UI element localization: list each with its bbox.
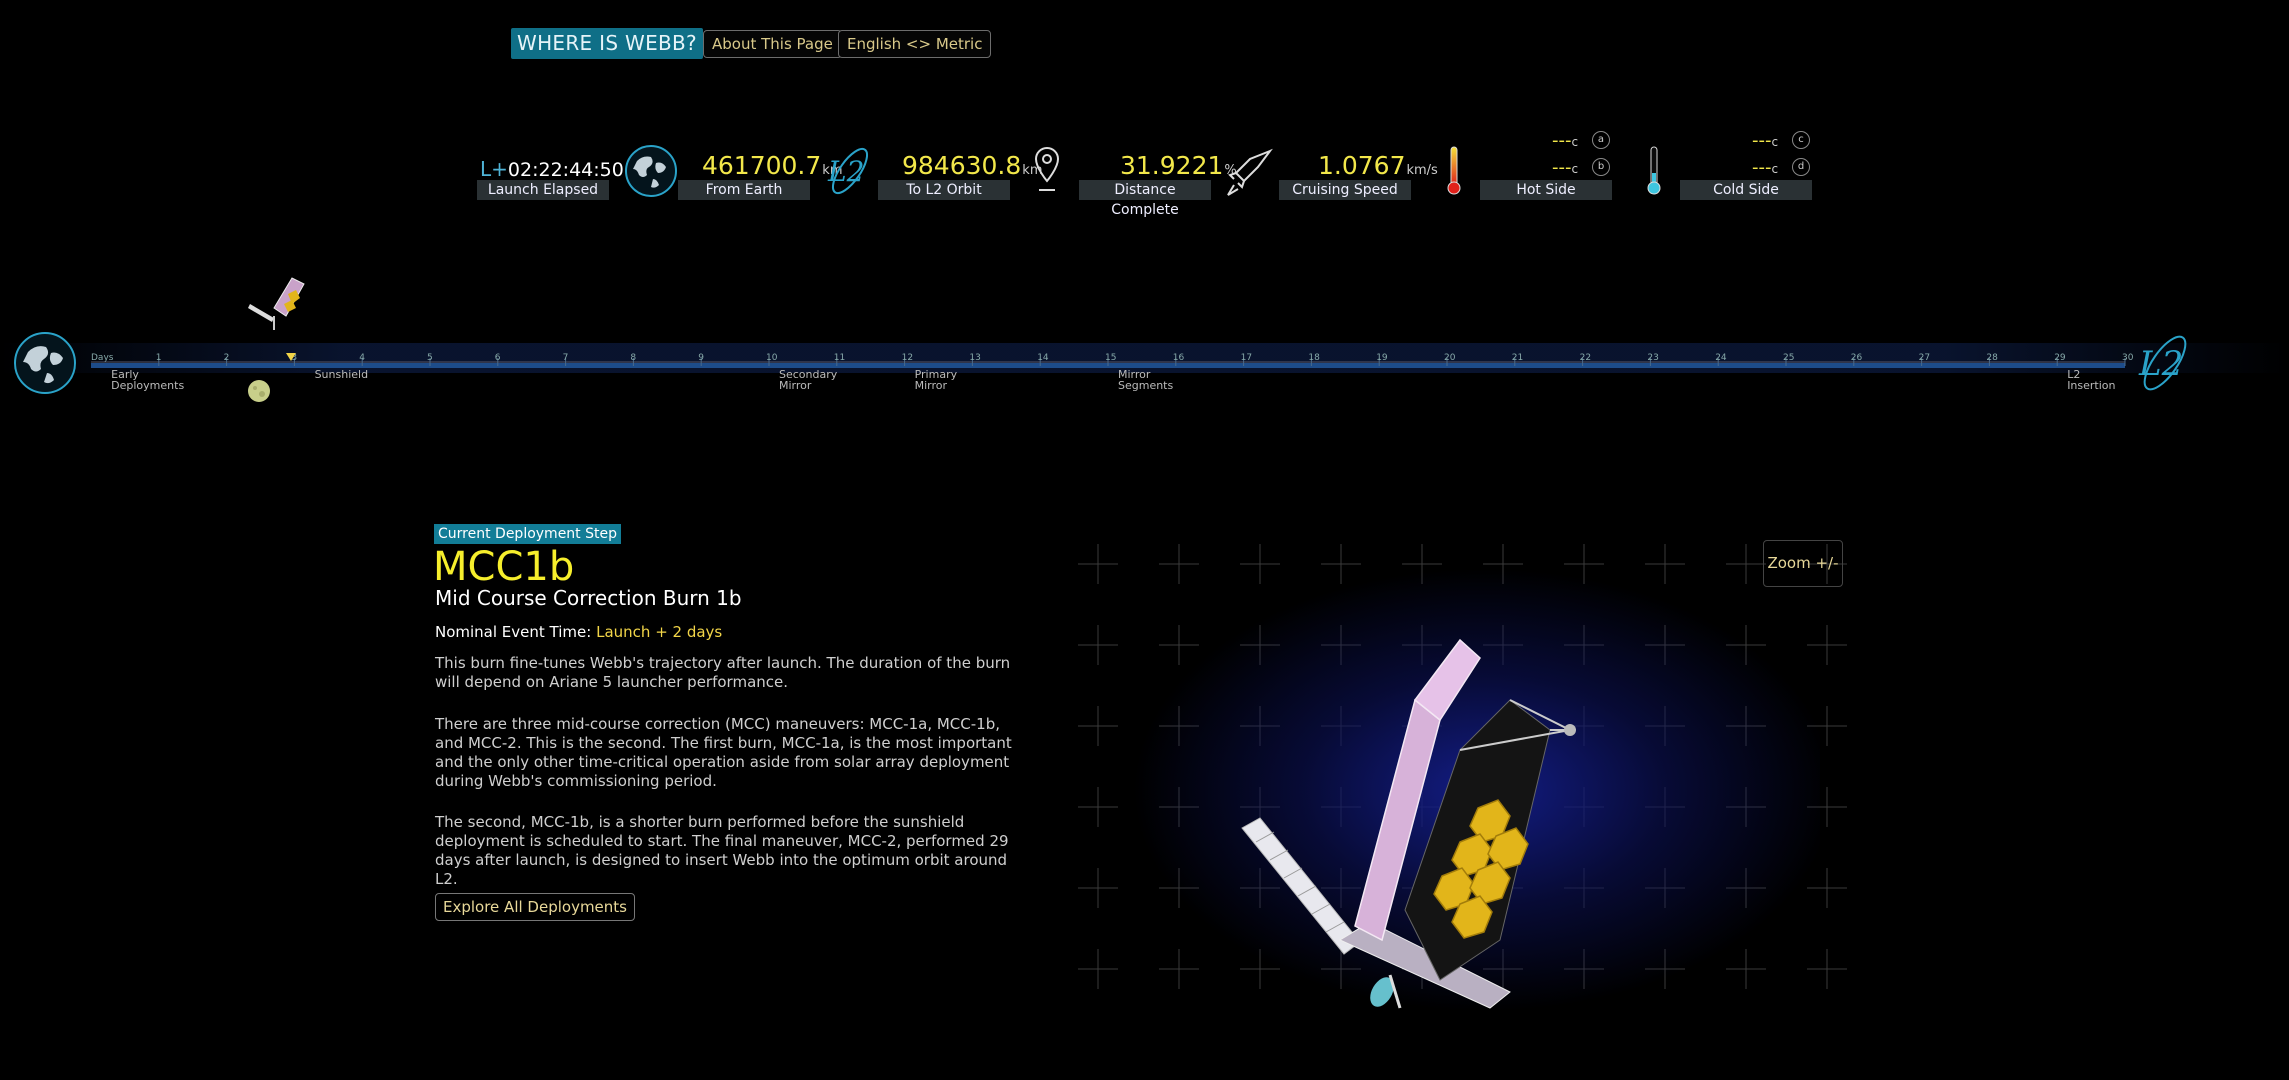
step-code: MCC1b <box>433 544 575 590</box>
milestone-label[interactable]: Insertion <box>2067 379 2115 392</box>
milestone-label[interactable]: Deployments <box>111 379 184 392</box>
nominal-event-time: Nominal Event Time: Launch + 2 days <box>435 623 722 641</box>
step-name: Mid Course Correction Burn 1b <box>435 586 742 610</box>
rocket-icon <box>1224 145 1278 203</box>
timeline-tick-label: 29 <box>2054 353 2066 363</box>
timeline-tick-label: 12 <box>902 353 913 363</box>
timeline-tick-label: 15 <box>1105 353 1116 363</box>
timeline-tick-label: 28 <box>1986 353 1998 363</box>
thermometer-hot-icon <box>1444 145 1464 201</box>
timeline-tick-label: 27 <box>1919 353 1930 363</box>
cold-side-label: Cold Side <box>1680 180 1812 200</box>
timeline-webb-thumbnail[interactable] <box>244 268 324 352</box>
milestone-label[interactable]: Mirror <box>915 379 948 392</box>
timeline-tick-label: 13 <box>969 353 980 363</box>
hot-side-a-value: --- <box>1552 130 1572 151</box>
timeline-tick-label: 21 <box>1512 353 1523 363</box>
earth-icon <box>623 143 679 203</box>
webb-telescope-model[interactable] <box>1160 580 1800 1040</box>
timeline-tick-label: 22 <box>1580 353 1591 363</box>
milestone-label[interactable]: Mirror <box>779 379 812 392</box>
cold-side-c-value: --- <box>1752 130 1772 151</box>
step-description-1: This burn fine-tunes Webb's trajectory a… <box>435 654 1011 691</box>
hot-side-b: ---c <box>1552 157 1578 178</box>
hot-side-a-unit: c <box>1571 135 1579 149</box>
hot-side-b-badge[interactable]: b <box>1592 158 1610 176</box>
distance-complete-label: Distance Complete <box>1079 180 1211 218</box>
timeline-tick-label: 30 <box>2122 353 2134 363</box>
about-button[interactable]: About This Page <box>703 30 842 58</box>
nominal-event-label: Nominal Event Time: <box>435 623 592 641</box>
timeline-tick-label: 9 <box>698 353 704 363</box>
timeline-tick-label: 1 <box>156 353 162 363</box>
nominal-event-value: Launch + 2 days <box>596 623 723 641</box>
zoom-button[interactable]: Zoom +/- <box>1763 540 1843 587</box>
timeline-tick-label: 26 <box>1851 353 1863 363</box>
hot-side-a: ---c <box>1552 130 1578 151</box>
timeline-milestones: EarlyDeploymentsSunshield SecondaryMirror… <box>111 368 2115 392</box>
timeline-tick-label: 18 <box>1308 353 1320 363</box>
cruising-speed-unit: km/s <box>1406 163 1438 178</box>
timeline-tick-label: 17 <box>1241 353 1252 363</box>
hot-side-b-unit: c <box>1571 162 1579 176</box>
hot-side-label: Hot Side <box>1480 180 1612 200</box>
launch-prefix: L+ <box>480 157 508 181</box>
cold-side-d: ---c <box>1752 157 1778 178</box>
moon-icon <box>247 379 271 407</box>
timeline-tick-label: 23 <box>1647 353 1658 363</box>
current-step-tag: Current Deployment Step <box>434 524 621 544</box>
timeline-tick-label: 10 <box>766 353 778 363</box>
cold-side-d-badge[interactable]: d <box>1792 158 1810 176</box>
timeline-tick-label: 14 <box>1037 353 1049 363</box>
distance-complete-value: 31.9221 <box>1120 151 1224 180</box>
from-earth-value: 461700.7 <box>702 151 822 180</box>
thermometer-cold-icon <box>1644 145 1664 201</box>
timeline-tick-label: 19 <box>1376 353 1388 363</box>
cold-side-c-badge[interactable]: c <box>1792 131 1810 149</box>
svg-text:L2: L2 <box>827 155 864 188</box>
launch-elapsed-label: Launch Elapsed <box>477 180 609 200</box>
timeline-tick-label: 25 <box>1783 353 1794 363</box>
cold-side-d-value: --- <box>1752 157 1772 178</box>
timeline-tick-label: 7 <box>563 353 569 363</box>
milestone-label[interactable]: Segments <box>1118 379 1174 392</box>
explore-all-deployments-button[interactable]: Explore All Deployments <box>435 893 635 921</box>
cruising-speed-value: 1.0767 <box>1318 151 1406 180</box>
timeline-tick-label: 6 <box>495 353 501 363</box>
site-title[interactable]: WHERE IS WEBB? <box>511 28 703 59</box>
timeline[interactable]: Days 1 2 3 4 5 6 7 8 9 10 11 12 13 14 15 16 17 18 19 20 21 22… <box>0 300 2289 410</box>
timeline-tick-label: 8 <box>630 353 636 363</box>
timeline-tick-label: 2 <box>224 353 230 363</box>
timeline-tick-label: 4 <box>359 353 365 363</box>
timeline-tick-label: 16 <box>1173 353 1185 363</box>
map-pin-icon <box>1033 146 1061 198</box>
cruising-speed-label: Cruising Speed <box>1279 180 1411 200</box>
timeline-tick-label: 24 <box>1715 353 1727 363</box>
l2-icon: L2 <box>823 143 877 203</box>
launch-elapsed-value: 02:22:44:50 <box>507 159 624 181</box>
hot-side-a-badge[interactable]: a <box>1592 131 1610 149</box>
cold-side-c-unit: c <box>1771 135 1779 149</box>
timeline-tick-label: 5 <box>427 353 433 363</box>
step-description-2: There are three mid-course correction (M… <box>435 715 1012 790</box>
milestone-label[interactable]: Sunshield <box>315 368 369 381</box>
units-toggle-button[interactable]: English <> Metric <box>838 30 992 58</box>
timeline-tick-label: 20 <box>1444 353 1456 363</box>
step-description-3: The second, MCC-1b, is a shorter burn pe… <box>435 813 1009 888</box>
timeline-tick-label: 11 <box>834 353 845 363</box>
to-l2-value: 984630.8 <box>902 151 1022 180</box>
cold-side-d-unit: c <box>1771 162 1779 176</box>
from-earth-label: From Earth <box>678 180 810 200</box>
cold-side-c: ---c <box>1752 130 1778 151</box>
to-l2-label: To L2 Orbit <box>878 180 1010 200</box>
hot-side-b-value: --- <box>1552 157 1572 178</box>
